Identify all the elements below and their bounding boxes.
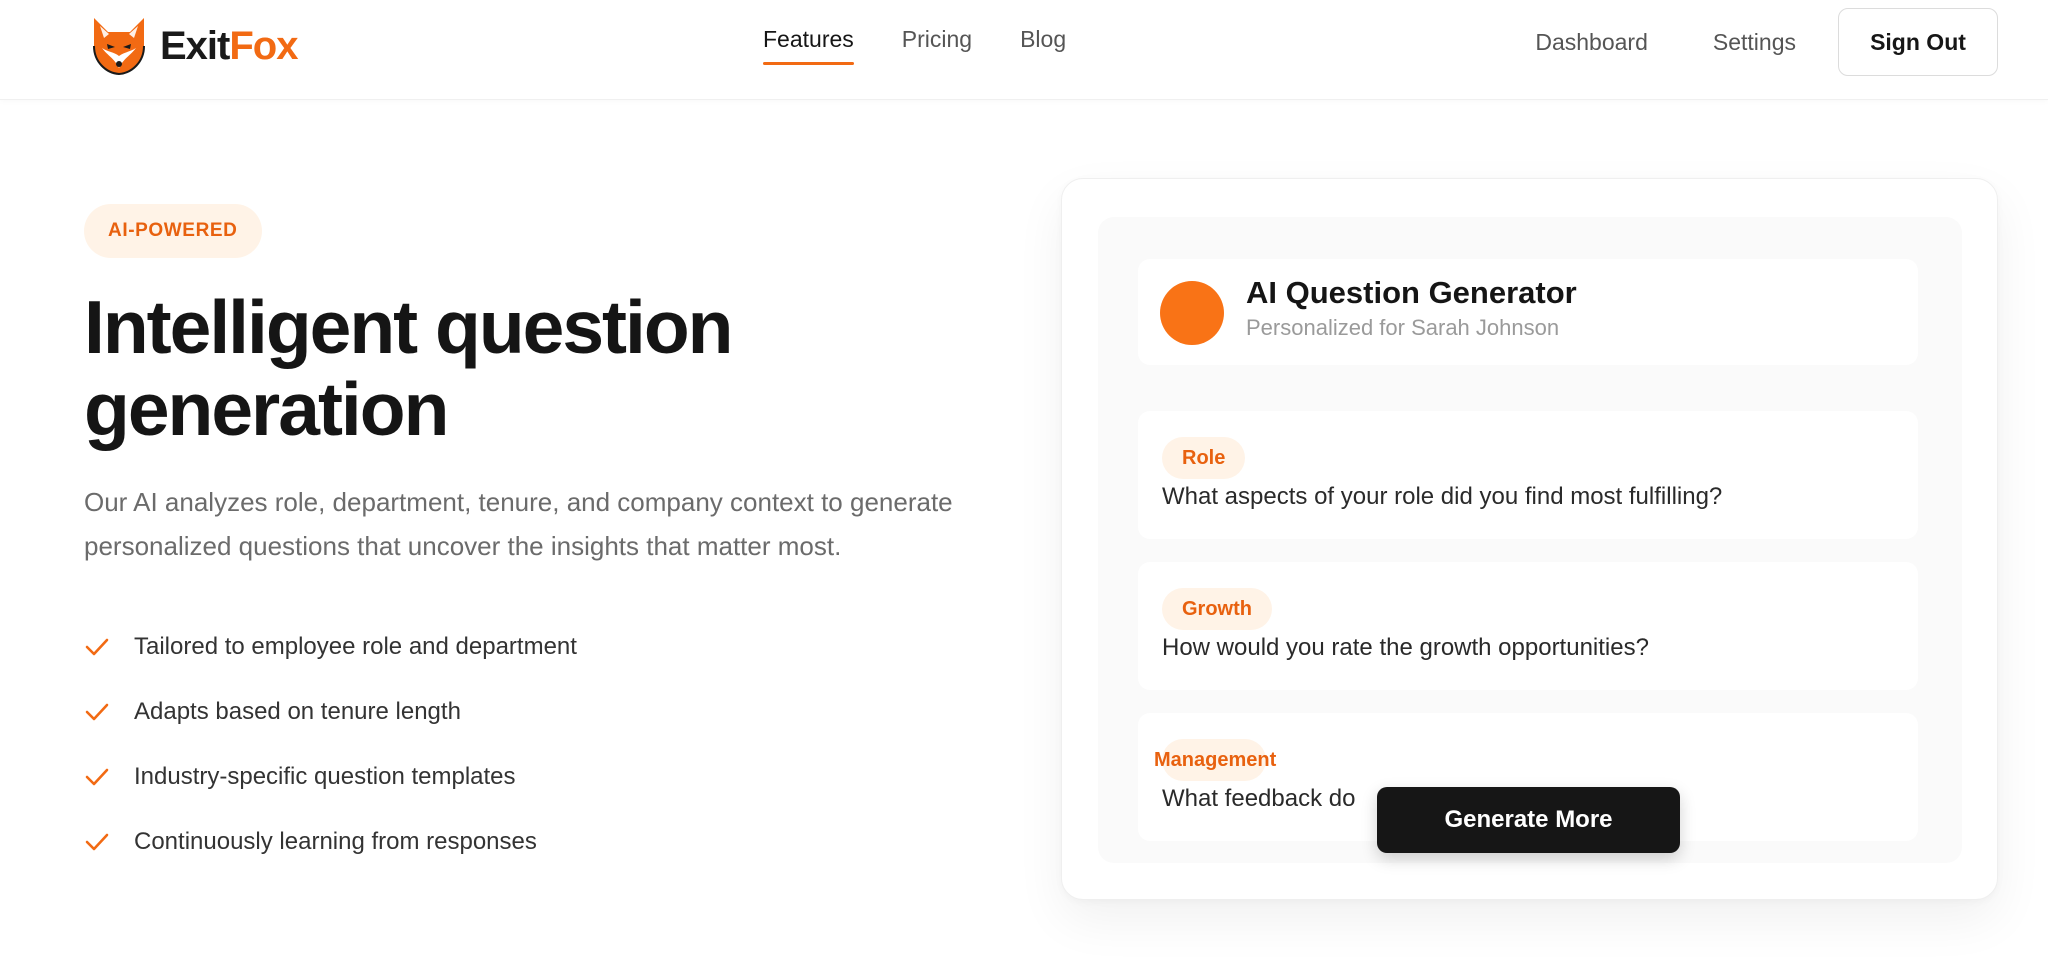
check-icon <box>84 827 114 857</box>
question-card-role: Role What aspects of your role did you f… <box>1138 411 1918 539</box>
feature-text: Tailored to employee role and department <box>134 632 577 660</box>
question-text: What feedback do <box>1162 785 1356 812</box>
brand-name: ExitFox <box>160 23 298 68</box>
feature-text: Continuously learning from responses <box>134 827 537 855</box>
top-navbar: ExitFox Features Pricing Blog Dashboard … <box>0 0 2048 100</box>
feature-item: Continuously learning from responses <box>84 809 577 874</box>
account-nav: Dashboard Settings Sign Out <box>1535 8 1998 76</box>
question-tag: Role <box>1162 437 1246 479</box>
question-text: How would you rate the growth opportunit… <box>1162 634 1649 661</box>
question-card-growth: Growth How would you rate the growth opp… <box>1138 562 1918 690</box>
nav-features[interactable]: Features <box>763 26 854 65</box>
feature-text: Industry-specific question templates <box>134 762 516 790</box>
headline-line-2: generation <box>84 367 449 451</box>
generator-avatar <box>1160 281 1224 345</box>
check-icon <box>84 697 114 727</box>
fox-head-icon <box>93 18 145 76</box>
nav-blog[interactable]: Blog <box>1020 26 1066 65</box>
generator-panel: AI Question Generator Personalized for S… <box>1098 217 1962 863</box>
hero-description: Our AI analyzes role, department, tenure… <box>84 487 953 561</box>
generate-more-button[interactable]: Generate More <box>1377 787 1680 853</box>
main-nav: Features Pricing Blog <box>763 26 1066 65</box>
sign-out-button[interactable]: Sign Out <box>1838 8 1998 76</box>
headline-line-1: Intelligent question <box>84 285 733 369</box>
feature-item: Adapts based on tenure length <box>84 679 577 744</box>
feature-list: Tailored to employee role and department… <box>84 614 577 874</box>
feature-item: Tailored to employee role and department <box>84 614 577 679</box>
feature-text: Adapts based on tenure length <box>134 697 461 725</box>
question-tag: Management <box>1154 748 1277 771</box>
check-icon <box>84 632 114 662</box>
nav-settings[interactable]: Settings <box>1713 29 1796 56</box>
generator-header: AI Question Generator Personalized for S… <box>1138 259 1918 365</box>
check-icon <box>84 762 114 792</box>
logo-link[interactable]: ExitFox <box>90 16 298 76</box>
nav-pricing[interactable]: Pricing <box>902 26 972 65</box>
ai-powered-badge: AI-POWERED <box>84 204 262 258</box>
generator-subtitle: Personalized for Sarah Johnson <box>1246 315 1560 340</box>
feature-item: Industry-specific question templates <box>84 744 577 809</box>
generator-title: AI Question Generator <box>1246 275 1577 310</box>
question-tag: Growth <box>1162 588 1272 630</box>
hero-headline: Intelligent question generation <box>84 286 844 450</box>
nav-dashboard[interactable]: Dashboard <box>1535 29 1648 56</box>
question-text: What aspects of your role did you find m… <box>1162 483 1723 510</box>
